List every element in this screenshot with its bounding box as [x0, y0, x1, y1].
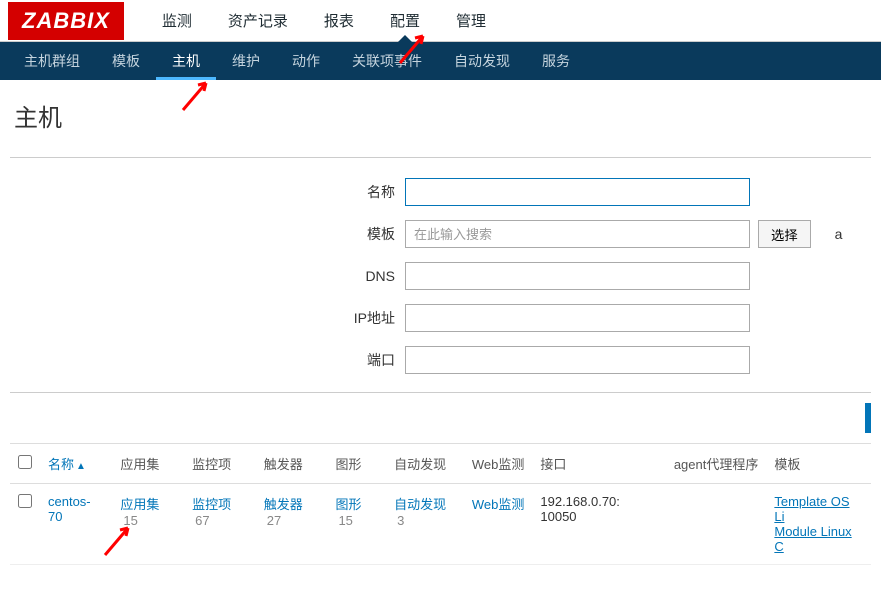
action-bar [10, 393, 871, 443]
top-nav: 监测 资产记录 报表 配置 管理 [144, 0, 504, 41]
header-applications: 应用集 [112, 444, 184, 484]
table-row: centos-70 应用集15 监控项67 触发器27 图形15 自动发现3 W… [10, 484, 871, 565]
header-triggers: 触发器 [256, 444, 328, 484]
page-title: 主机 [0, 80, 881, 157]
filter-dns-input[interactable] [405, 262, 750, 290]
subnav-maintenance[interactable]: 维护 [216, 42, 276, 80]
filter-template-label: 模板 [10, 224, 405, 244]
filter-port-input[interactable] [405, 346, 750, 374]
header-proxy: agent代理程序 [666, 444, 767, 484]
sort-asc-icon: ▲ [76, 461, 86, 472]
subnav-correlation[interactable]: 关联项事件 [336, 42, 438, 80]
web-link[interactable]: Web监测 [472, 497, 525, 512]
triggers-count: 27 [267, 513, 281, 528]
filter-template-input[interactable] [405, 220, 750, 248]
nav-configuration[interactable]: 配置 [372, 0, 438, 41]
graphs-count: 15 [338, 513, 352, 528]
nav-administration[interactable]: 管理 [438, 0, 504, 41]
nav-reports[interactable]: 报表 [306, 0, 372, 41]
select-all-checkbox[interactable] [18, 455, 32, 469]
items-link[interactable]: 监控项 [192, 497, 231, 512]
filter-panel: 名称 模板 选择 a DNS IP地址 端口 [10, 157, 871, 393]
template-select-button[interactable]: 选择 [758, 220, 811, 248]
nav-inventory[interactable]: 资产记录 [210, 0, 306, 41]
applications-count: 15 [123, 513, 137, 528]
filter-dns-label: DNS [10, 268, 405, 284]
interface-cell: 192.168.0.70: 10050 [532, 484, 665, 565]
host-name-link[interactable]: centos-70 [48, 494, 91, 524]
header-graphs: 图形 [327, 444, 386, 484]
filter-ip-input[interactable] [405, 304, 750, 332]
header-items: 监控项 [184, 444, 256, 484]
action-button[interactable] [865, 403, 871, 433]
applications-link[interactable]: 应用集 [120, 497, 159, 512]
header-interface: 接口 [532, 444, 665, 484]
sub-nav: 主机群组 模板 主机 维护 动作 关联项事件 自动发现 服务 [0, 42, 881, 80]
hosts-table: 名称▲ 应用集 监控项 触发器 图形 自动发现 Web监测 接口 agent代理… [10, 443, 871, 565]
extra-label: a [835, 226, 843, 242]
template-link-2[interactable]: Module Linux C [774, 524, 851, 554]
template-link-1[interactable]: Template OS Li [774, 494, 849, 524]
items-count: 67 [195, 513, 209, 528]
nav-monitoring[interactable]: 监测 [144, 0, 210, 41]
discovery-link[interactable]: 自动发现 [394, 497, 446, 512]
header-web: Web监测 [464, 444, 533, 484]
graphs-link[interactable]: 图形 [335, 497, 361, 512]
subnav-actions[interactable]: 动作 [276, 42, 336, 80]
filter-port-label: 端口 [10, 350, 405, 370]
triggers-link[interactable]: 触发器 [264, 497, 303, 512]
subnav-hostgroups[interactable]: 主机群组 [8, 42, 96, 80]
header-discovery: 自动发现 [386, 444, 464, 484]
subnav-services[interactable]: 服务 [526, 42, 586, 80]
discovery-count: 3 [397, 513, 404, 528]
filter-name-label: 名称 [10, 182, 405, 202]
header-templates: 模板 [766, 444, 871, 484]
zabbix-logo[interactable]: ZABBIX [8, 2, 124, 40]
proxy-cell [666, 484, 767, 565]
filter-ip-label: IP地址 [10, 308, 405, 328]
subnav-hosts[interactable]: 主机 [156, 42, 216, 80]
header-name[interactable]: 名称▲ [40, 444, 112, 484]
row-checkbox[interactable] [18, 494, 32, 508]
filter-name-input[interactable] [405, 178, 750, 206]
subnav-templates[interactable]: 模板 [96, 42, 156, 80]
subnav-discovery[interactable]: 自动发现 [438, 42, 526, 80]
